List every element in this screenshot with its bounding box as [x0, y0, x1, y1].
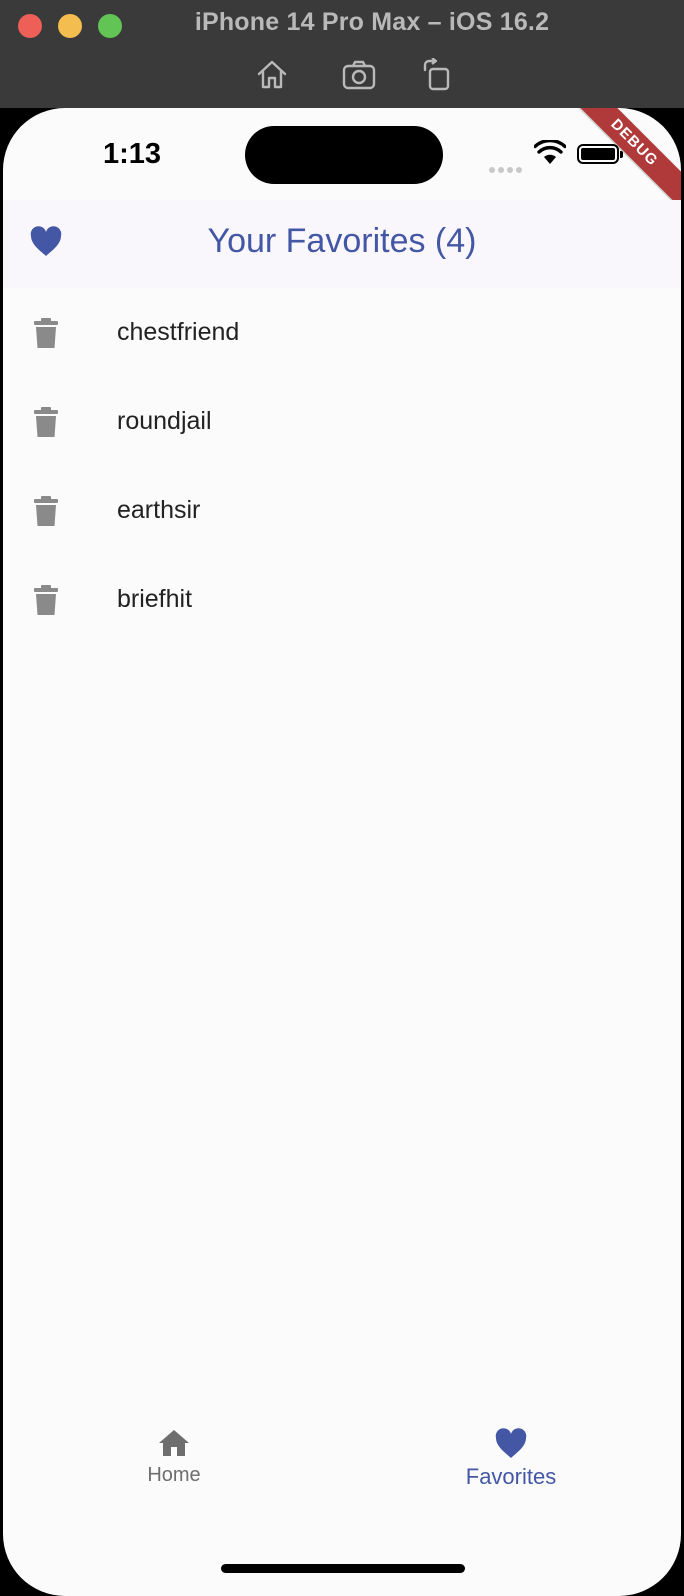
- nav-item-favorites[interactable]: Favorites: [431, 1428, 591, 1490]
- app-bar: Your Favorites (4): [3, 200, 681, 288]
- favorite-label: earthsir: [117, 496, 201, 524]
- list-item: earthsir: [3, 466, 681, 555]
- favorite-label: roundjail: [117, 407, 212, 435]
- dynamic-island: [245, 126, 443, 184]
- trash-icon[interactable]: [33, 318, 59, 348]
- favorite-label: briefhit: [117, 585, 193, 613]
- page-title: Your Favorites (4): [207, 222, 477, 260]
- simulator-screenshot-button[interactable]: [342, 58, 376, 92]
- wifi-icon: [534, 140, 566, 164]
- phone-screen: 1:13 DEBUG Your Favorites (4) chestfrien…: [3, 108, 681, 1596]
- status-time: 1:13: [103, 138, 162, 170]
- favorite-label: chestfriend: [117, 318, 240, 346]
- zoom-window-button[interactable]: [98, 14, 122, 38]
- simulator-titlebar: iPhone 14 Pro Max – iOS 16.2: [0, 0, 684, 108]
- battery-icon: [577, 144, 623, 164]
- close-window-button[interactable]: [18, 14, 42, 38]
- screenshot-icon: [342, 60, 376, 90]
- simulator-title: iPhone 14 Pro Max – iOS 16.2: [194, 8, 550, 36]
- trash-icon[interactable]: [33, 407, 59, 437]
- home-icon: [159, 1430, 189, 1456]
- nav-label-home: Home: [147, 1464, 201, 1486]
- trash-icon[interactable]: [33, 496, 59, 526]
- nav-label-favorites: Favorites: [465, 1464, 557, 1489]
- simulator-home-button[interactable]: [255, 58, 289, 92]
- list-item: roundjail: [3, 377, 681, 466]
- home-icon: [257, 60, 287, 89]
- trash-icon[interactable]: [33, 585, 59, 615]
- rotate-icon: [423, 57, 450, 91]
- favorites-list: chestfriend roundjail earthsir briefhit: [3, 288, 681, 644]
- nav-item-home[interactable]: Home: [94, 1428, 254, 1487]
- bottom-navigation-bar: Home Favorites: [3, 1428, 681, 1528]
- cellular-signal-icon: [489, 160, 525, 178]
- heart-icon: [495, 1428, 527, 1458]
- list-item: briefhit: [3, 555, 681, 644]
- home-indicator[interactable]: [221, 1564, 465, 1573]
- list-item: chestfriend: [3, 288, 681, 377]
- simulator-rotate-button[interactable]: [421, 57, 455, 92]
- minimize-window-button[interactable]: [58, 14, 82, 38]
